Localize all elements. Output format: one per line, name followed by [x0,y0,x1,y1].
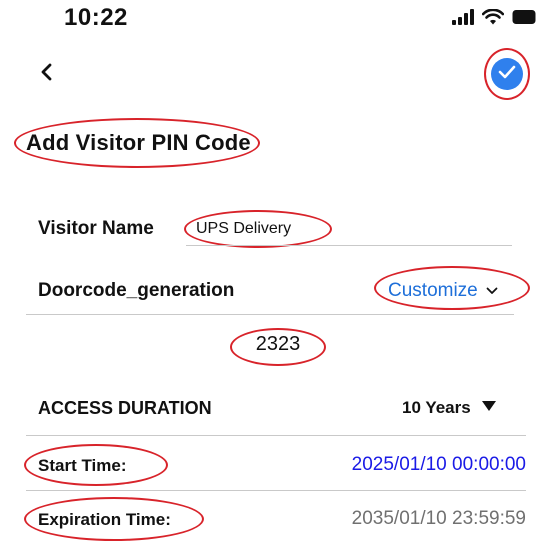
access-duration-label: ACCESS DURATION [38,398,212,418]
confirm-area [484,48,530,100]
status-icons [452,7,536,30]
doorcode-mode-select[interactable]: Customize [388,278,518,304]
access-duration-select[interactable]: 10 Years [402,398,497,418]
start-time-value[interactable]: 2025/01/10 00:00:00 [300,454,526,476]
confirm-button[interactable] [491,58,523,90]
chevron-down-icon [486,282,498,300]
back-button[interactable] [34,60,60,88]
cellular-signal-icon [452,8,474,30]
expiration-time-label: Expiration Time: [38,510,171,529]
visitor-name-input[interactable] [186,212,512,246]
wifi-icon [481,7,505,30]
page-title: Add Visitor PIN Code [26,130,251,155]
chevron-left-icon [40,63,54,86]
doorcode-mode-value: Customize [388,280,478,301]
checkmark-icon [498,65,516,84]
visitor-name-label: Visitor Name [38,218,154,239]
divider [26,490,526,491]
divider [26,314,514,315]
divider [26,435,526,436]
pin-code-value: 2323 [255,333,301,355]
start-time-label: Start Time: [38,456,127,475]
doorcode-generation-label: Doorcode_generation [38,280,235,301]
status-time: 10:22 [64,4,128,31]
caret-down-icon [481,399,497,417]
expiration-time-value[interactable]: 2035/01/10 23:59:59 [300,508,526,530]
battery-icon [512,9,536,30]
access-duration-value: 10 Years [402,398,471,417]
